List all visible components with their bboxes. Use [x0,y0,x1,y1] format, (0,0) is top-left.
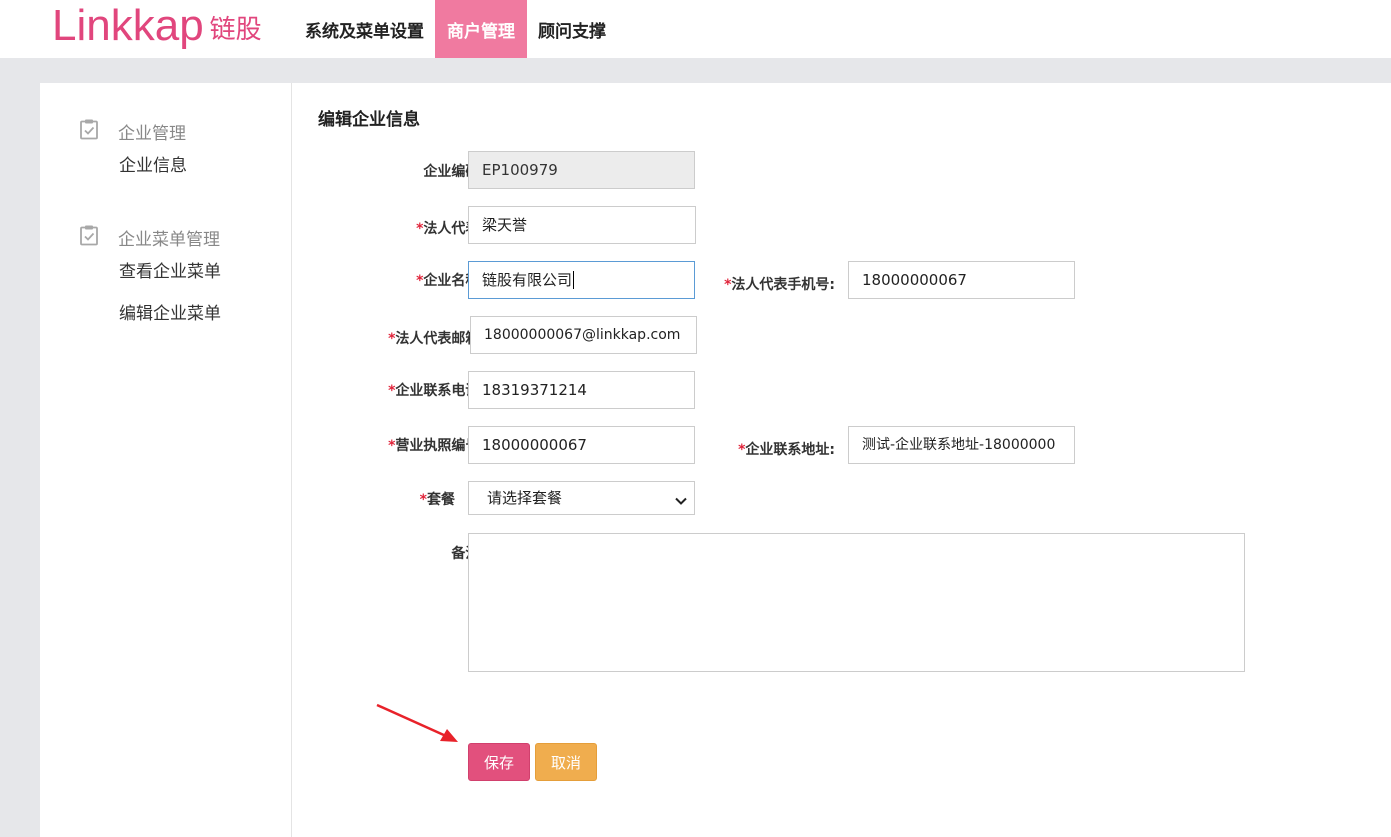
sidebar-group-title: 企业管理 [78,117,187,145]
code-label: 企业编码: [423,164,485,180]
clipboard-check-icon [78,118,118,145]
enterprise-code-field: EP100979 [468,151,695,189]
package-label: *套餐 [419,492,455,508]
company-name-label: *企业名称: [416,273,485,289]
sidebar-group-label: 企业管理 [118,123,186,144]
top-bar: Linkkap 链股 系统及菜单设置 商户管理 顾问支撑 [0,0,1391,58]
cancel-button[interactable]: 取消 [535,743,597,781]
text-cursor [573,271,575,289]
remark-label: 备注: [353,543,485,563]
company-phone-label: *企业联系电话: [388,383,485,399]
sidebar: 企业管理 企业信息 企业菜单管理 查看企业菜单 编辑企业菜单 [40,83,292,837]
package-select[interactable]: 请选择套餐 [468,481,695,515]
logo-cn: 链股 [209,14,262,45]
legal-phone-input[interactable]: 18000000067 [848,261,1075,299]
license-no-label: *营业执照编号: [388,438,485,454]
company-name-input[interactable]: 链股有限公司 [468,261,695,299]
sidebar-item-edit-menu[interactable]: 编辑企业菜单 [119,293,221,335]
license-no-input[interactable]: 18000000067 [468,426,695,464]
sidebar-item-view-menu[interactable]: 查看企业菜单 [119,251,221,293]
logo-text: Linkkap [52,1,204,50]
legal-rep-label: *法人代表: [416,221,485,237]
nav-item-consultant-support[interactable]: 顾问支撑 [527,0,617,58]
chevron-down-icon [672,489,690,521]
nav-item-system-menu-settings[interactable]: 系统及菜单设置 [294,0,435,58]
sidebar-group-enterprise: 企业管理 企业信息 [78,117,187,187]
brand-logo[interactable]: Linkkap 链股 [52,0,262,58]
company-phone-input[interactable]: 18319371214 [468,371,695,409]
legal-email-label: *法人代表邮箱: [388,331,485,347]
clipboard-check-icon [78,224,118,251]
remark-textarea[interactable] [468,533,1245,672]
sidebar-group-label: 企业菜单管理 [118,229,220,250]
nav-item-merchant-management[interactable]: 商户管理 [435,0,527,58]
sidebar-item-enterprise-info[interactable]: 企业信息 [119,145,187,187]
sidebar-group-enterprise-menu: 企业菜单管理 查看企业菜单 编辑企业菜单 [78,223,221,335]
page-title: 编辑企业信息 [318,110,420,130]
save-button[interactable]: 保存 [468,743,530,781]
edit-form: 编辑企业信息 企业编码: EP100979 *法人代表: 梁天誉 *企业名称: … [293,83,1391,837]
sidebar-group-title: 企业菜单管理 [78,223,221,251]
legal-rep-input[interactable]: 梁天誉 [468,206,696,244]
content-panel: 企业管理 企业信息 企业菜单管理 查看企业菜单 编辑企业菜单 编辑企业信息 企业… [40,83,1391,837]
legal-email-input[interactable]: 18000000067@linkkap.com [470,316,697,354]
company-address-label: *企业联系地址: [738,442,835,458]
legal-phone-label: *法人代表手机号: [724,277,835,293]
main-nav: 系统及菜单设置 商户管理 顾问支撑 [294,0,617,58]
company-address-input[interactable]: 测试-企业联系地址-18000000 [848,426,1075,464]
